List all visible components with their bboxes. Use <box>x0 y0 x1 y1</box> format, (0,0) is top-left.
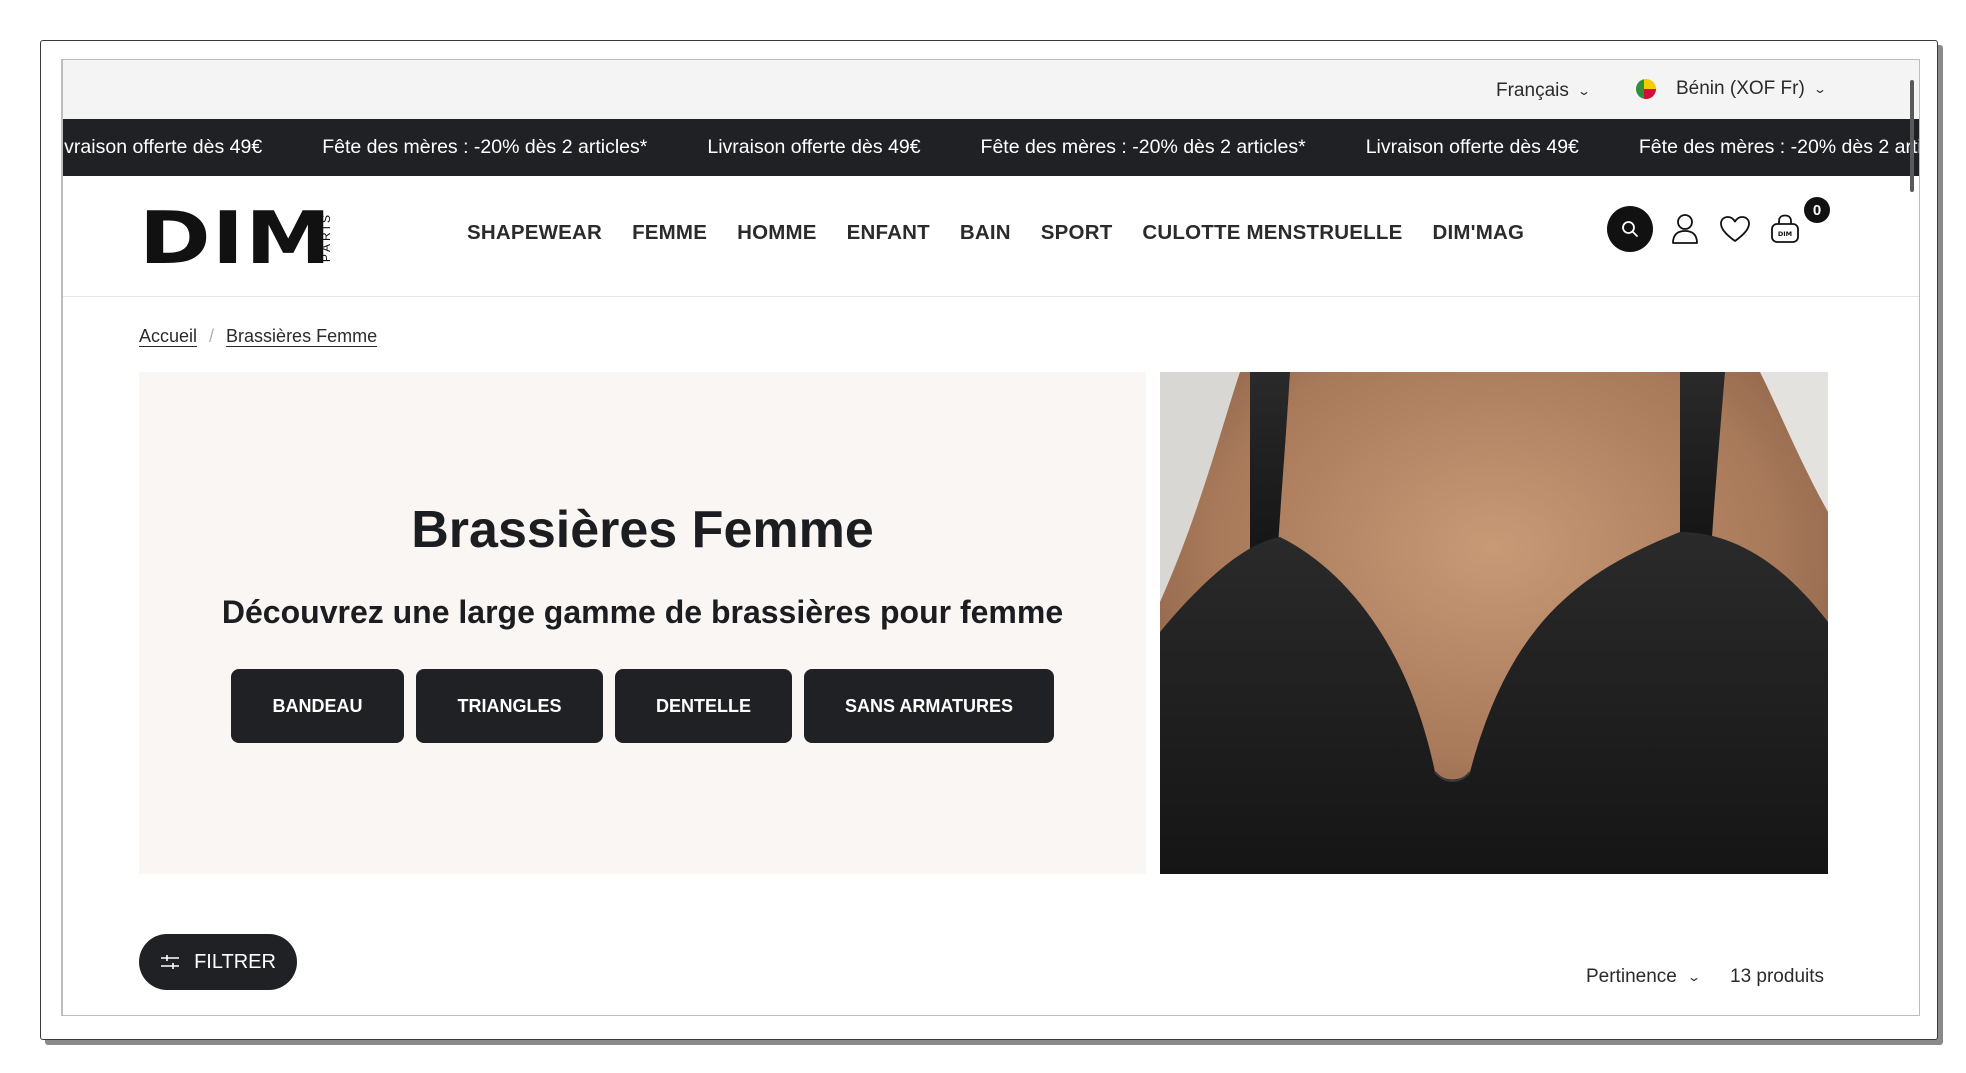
country-selector[interactable]: Bénin (XOF Fr) ⌄ <box>1636 78 1827 100</box>
promo-item: Livraison offerte dès 49€ <box>63 136 263 158</box>
account-icon <box>1672 214 1698 244</box>
nav-item-culotte-menstruelle[interactable]: CULOTTE MENSTRUELLE <box>1142 221 1402 245</box>
nav-item-dim-mag[interactable]: DIM'MAG <box>1432 221 1524 245</box>
chip-dentelle[interactable]: DENTELLE <box>615 669 792 743</box>
nav-item-femme[interactable]: FEMME <box>632 221 707 245</box>
promo-track: Livraison offerte dès 49€ Fête des mères … <box>63 136 1919 159</box>
chevron-down-icon: ⌄ <box>1686 970 1701 984</box>
promo-banner: Livraison offerte dès 49€ Fête des mères … <box>63 119 1919 176</box>
promo-item: Fête des mères : -20% dès 2 articles* <box>980 136 1306 158</box>
header-icons: DIM <box>1607 206 1805 252</box>
filter-label: FILTRER <box>194 950 276 973</box>
cart-count-badge: 0 <box>1804 197 1830 223</box>
search-icon <box>1622 221 1638 237</box>
chevron-down-icon: ⌄ <box>1812 82 1827 96</box>
promo-item: Fête des mères : -20% dès 2 articles* <box>1638 136 1919 158</box>
nav-item-enfant[interactable]: ENFANT <box>847 221 930 245</box>
benin-flag-icon <box>1636 79 1656 99</box>
nav-item-sport[interactable]: SPORT <box>1041 221 1113 245</box>
main-nav: SHAPEWEAR FEMME HOMME ENFANT BAIN SPORT CULOTT… <box>467 221 1554 245</box>
filter-sliders-icon <box>161 955 180 969</box>
promo-item: Fête des mères : -20% dès 2 articles* <box>322 136 648 158</box>
hero-image <box>1160 372 1828 874</box>
sort-dropdown[interactable]: Pertinence ⌄ <box>1586 966 1701 988</box>
filter-button[interactable]: FILTRER <box>139 934 297 990</box>
search-button[interactable] <box>1607 206 1653 252</box>
page-viewport: Français ⌄ Bénin (XOF Fr) ⌄ Livraison of… <box>61 59 1920 1016</box>
breadcrumb: Accueil / Brassières Femme <box>139 326 377 347</box>
promo-item: Livraison offerte dès 49€ <box>707 136 921 158</box>
logo-subtext: PARIS <box>319 212 333 263</box>
site-header: DIM PARIS SHAPEWEAR FEMME HOMME ENFANT BAIN S… <box>63 176 1919 297</box>
country-label: Bénin (XOF Fr) <box>1676 78 1805 99</box>
language-selector[interactable]: Français ⌄ <box>1496 80 1591 102</box>
cart-icon: DIM <box>1771 214 1799 243</box>
promo-item: Livraison offerte dès 49€ <box>1365 136 1579 158</box>
category-chips: BANDEAU TRIANGLES DENTELLE SANS ARMATURE… <box>231 669 1054 743</box>
heart-icon <box>1720 216 1750 242</box>
page-subtitle: Découvrez une large gamme de brassières … <box>221 594 1064 630</box>
chip-bandeau[interactable]: BANDEAU <box>231 669 404 743</box>
brassiere-photo <box>1160 372 1828 874</box>
nav-item-bain[interactable]: BAIN <box>960 221 1011 245</box>
breadcrumb-current-link[interactable]: Brassières Femme <box>226 326 377 347</box>
breadcrumb-home-link[interactable]: Accueil <box>139 326 197 347</box>
chip-triangles[interactable]: TRIANGLES <box>416 669 603 743</box>
chip-sans-armatures[interactable]: SANS ARMATURES <box>804 669 1054 743</box>
sort-label: Pertinence <box>1586 966 1677 987</box>
wishlist-button[interactable] <box>1715 206 1755 252</box>
logo-wordmark: DIM <box>139 196 333 280</box>
chevron-down-icon: ⌄ <box>1576 84 1591 98</box>
product-count: 13 produits <box>1730 966 1825 987</box>
dim-logo[interactable]: DIM PARIS <box>139 202 333 274</box>
breadcrumb-separator: / <box>209 326 215 346</box>
account-button[interactable] <box>1665 206 1705 252</box>
nav-item-shapewear[interactable]: SHAPEWEAR <box>467 221 602 245</box>
language-label: Français <box>1496 80 1569 101</box>
cart-button[interactable]: DIM <box>1765 206 1805 252</box>
utility-bar: Français ⌄ Bénin (XOF Fr) ⌄ <box>63 60 1919 119</box>
nav-item-homme[interactable]: HOMME <box>737 221 817 245</box>
scrollbar-thumb[interactable] <box>1910 80 1914 192</box>
page-title: Brassières Femme <box>411 501 874 559</box>
svg-text:DIM: DIM <box>1778 230 1792 238</box>
hero-banner: Brassières Femme Découvrez une large gam… <box>139 372 1146 874</box>
